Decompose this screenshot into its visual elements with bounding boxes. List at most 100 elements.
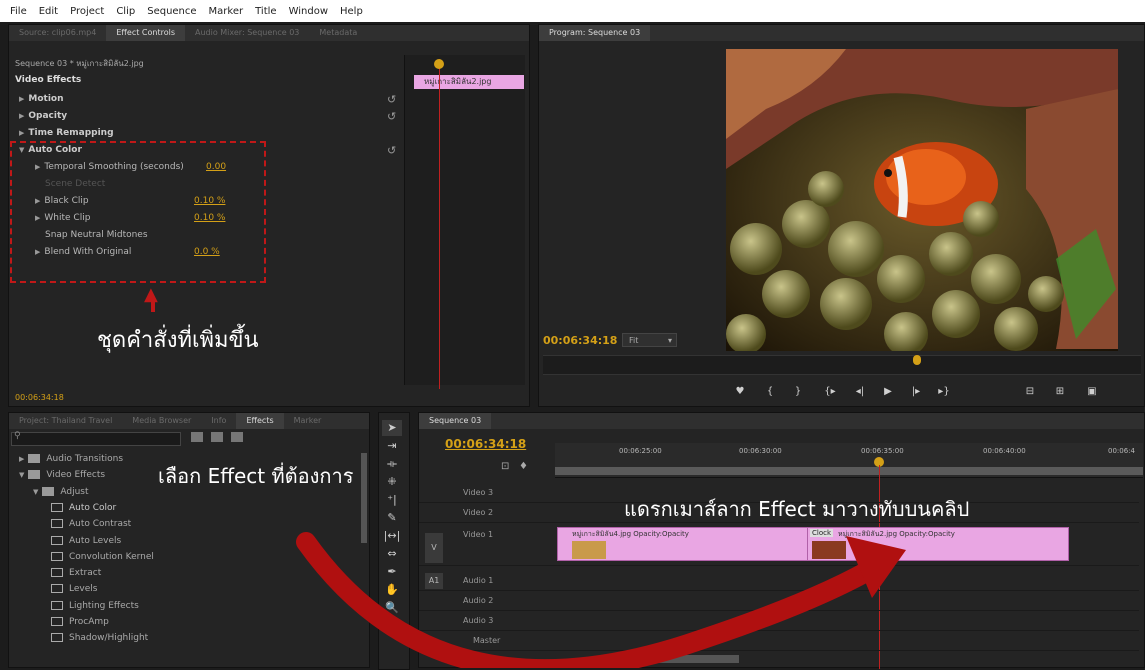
step-forward-button[interactable]: |▸ (906, 384, 926, 400)
sequence-timecode: 00:06:34:18 (445, 437, 527, 451)
mark-out-button[interactable]: } (788, 384, 808, 400)
menu-title[interactable]: Title (253, 6, 278, 17)
effects-list-item-label: Shadow/Highlight (69, 633, 149, 644)
reset-icon[interactable]: ↺ (387, 142, 396, 159)
effects-list-item-label: Audio Transitions (46, 454, 124, 464)
annotation-added-commands: ชุดคำสั่งที่เพิ่มขึ้น (97, 328, 259, 353)
video-frame (726, 49, 1118, 351)
effects-list-item-label: Lighting Effects (69, 600, 139, 611)
program-timecode: 00:06:34:18 (543, 334, 618, 347)
go-to-in-button[interactable]: {▸ (820, 384, 840, 400)
go-to-out-button[interactable]: ▸} (934, 384, 954, 400)
ec-playhead (439, 59, 440, 389)
effect-icon (51, 617, 63, 626)
menu-file[interactable]: File (8, 6, 29, 17)
disclosure-triangle-icon[interactable]: ▼ (19, 471, 24, 479)
annotation-select-effect: เลือก Effect ที่ต้องการ (158, 464, 354, 488)
marker-icon[interactable]: ♦ (519, 461, 528, 472)
effects-list-item-label: Adjust (60, 486, 89, 497)
new-bin-icon[interactable] (191, 432, 203, 442)
effect-icon (51, 502, 63, 512)
folder-icon (28, 454, 41, 463)
sequence-tabbar: Sequence 03 (419, 413, 1144, 429)
program-playhead-marker[interactable] (913, 355, 921, 365)
tab-project[interactable]: Project: Thailand Travel (9, 413, 122, 429)
effect-icon (51, 519, 63, 529)
ruler-label: 00:06:30:00 (739, 447, 782, 455)
ripple-edit-tool-icon[interactable]: ⟛ (382, 456, 402, 472)
rate-stretch-tool-icon[interactable]: ⁺| (382, 492, 402, 508)
effect-icon (51, 633, 63, 643)
export-frame-button[interactable]: ▣ (1082, 384, 1102, 400)
ec-clip-label: หมู่เกาะสิมิลัน2.jpg (424, 77, 492, 86)
sequence-path: Sequence 03 * หมู่เกาะสิมิลัน2.jpg (15, 59, 144, 68)
menu-project[interactable]: Project (68, 6, 106, 17)
folder-icon (42, 486, 55, 496)
row-time-remapping[interactable]: ▶ Time Remapping (9, 125, 419, 142)
snap-icon[interactable]: ⊡ (501, 461, 509, 472)
row-motion[interactable]: ▶ Motion ↺ (9, 91, 419, 108)
source-tabbar: Source: clip06.mp4 Effect Controls Audio… (9, 25, 529, 41)
tab-program[interactable]: Program: Sequence 03 (539, 25, 651, 41)
row-opacity[interactable]: ▶ Opacity ↺ (9, 108, 419, 125)
mark-in-button[interactable]: { (760, 384, 780, 400)
effects-list-item-label: Auto Contrast (69, 519, 132, 530)
rolling-edit-tool-icon[interactable]: ⁜ (382, 474, 402, 490)
effect-icon (51, 584, 63, 594)
work-area-bar[interactable] (555, 467, 1143, 475)
tab-source[interactable]: Source: clip06.mp4 (9, 25, 106, 41)
menu-window[interactable]: Window (287, 6, 330, 17)
search-icon: ⚲ (14, 431, 21, 441)
tab-audio-mixer[interactable]: Audio Mixer: Sequence 03 (185, 25, 309, 41)
add-marker-button[interactable]: ♥ (730, 384, 750, 400)
delete-icon[interactable] (231, 432, 243, 442)
menu-sequence[interactable]: Sequence (145, 6, 198, 17)
disclosure-triangle-icon[interactable]: ▶ (19, 455, 24, 463)
tab-effect-controls[interactable]: Effect Controls (106, 25, 185, 41)
step-back-button[interactable]: ◂| (850, 384, 870, 400)
ruler-label: 00:06:4 (1108, 447, 1135, 455)
tab-info[interactable]: Info (201, 413, 236, 429)
menu-clip[interactable]: Clip (114, 6, 137, 17)
extract-button[interactable]: ⊞ (1050, 384, 1070, 400)
project-tabbar: Project: Thailand Travel Media Browser I… (9, 413, 369, 429)
program-monitor: Program: Sequence 03 00:06:34:18 Fit ▾ (538, 24, 1145, 407)
selection-tool-icon[interactable]: ➤ (382, 420, 402, 436)
reset-icon[interactable]: ↺ (387, 91, 396, 108)
tab-media-browser[interactable]: Media Browser (122, 413, 201, 429)
effects-list-item-label: Levels (69, 584, 98, 595)
ruler-label: 00:06:40:00 (983, 447, 1026, 455)
tab-sequence[interactable]: Sequence 03 (419, 413, 492, 429)
tab-effects[interactable]: Effects (236, 413, 284, 429)
fit-label: Fit (629, 336, 639, 345)
effects-list-item-label: ProcAmp (69, 617, 109, 627)
effects-list-item[interactable]: Auto Color (9, 500, 392, 516)
track-select-tool-icon[interactable]: ⇥ (382, 438, 402, 454)
time-ruler[interactable]: 00:06:25:00 00:06:30:00 00:06:35:00 00:0… (555, 443, 1143, 478)
effects-list-item-label: Auto Color (69, 502, 117, 513)
menu-bar: File Edit Project Clip Sequence Marker T… (0, 0, 1145, 22)
new-effect-icon[interactable] (211, 432, 223, 442)
reset-icon[interactable]: ↺ (387, 108, 396, 125)
program-tabbar: Program: Sequence 03 (539, 25, 1144, 41)
menu-marker[interactable]: Marker (207, 6, 246, 17)
highlight-box (10, 141, 266, 283)
ec-clip-bar: หมู่เกาะสิมิลัน2.jpg (414, 75, 524, 89)
program-scrub-bar[interactable] (543, 355, 1141, 375)
effect-icon (51, 535, 63, 545)
tab-marker[interactable]: Marker (284, 413, 332, 429)
disclosure-triangle-icon[interactable]: ▼ (33, 488, 38, 496)
lift-button[interactable]: ⊟ (1020, 384, 1040, 400)
menu-help[interactable]: Help (338, 6, 365, 17)
effect-icon (51, 551, 63, 561)
effect-icon (51, 600, 63, 610)
play-button[interactable]: ▶ (878, 384, 898, 400)
up-arrow-stem (151, 298, 155, 312)
ec-playhead-marker[interactable] (434, 59, 444, 69)
tab-metadata[interactable]: Metadata (309, 25, 367, 41)
menu-edit[interactable]: Edit (37, 6, 60, 17)
video-effects-header: Video Effects (15, 75, 82, 85)
fit-dropdown[interactable]: Fit ▾ (622, 333, 677, 347)
drag-arrow-icon (296, 532, 906, 668)
effects-search-input[interactable]: ⚲ (11, 431, 181, 446)
